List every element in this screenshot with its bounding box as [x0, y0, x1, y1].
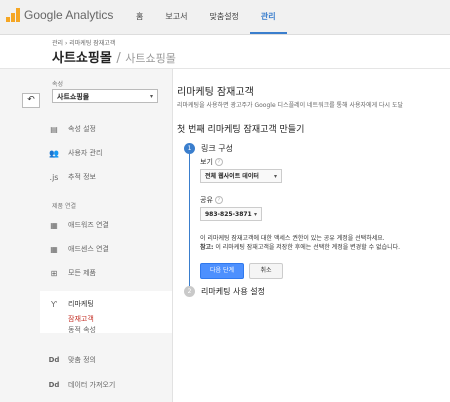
share-label: 공유?: [200, 195, 223, 205]
sidebar-item-label: 모든 제품: [68, 269, 96, 277]
adsense-icon: ▦: [50, 244, 58, 254]
sidebar-item-label: 속성 설정: [68, 125, 96, 133]
step-number: 1: [184, 143, 195, 154]
step-1: 1 링크 구성: [184, 143, 233, 154]
chevron-down-icon: ▾: [149, 93, 153, 100]
nav-customization[interactable]: 맞춤설정: [198, 0, 249, 34]
admin-sidebar: ↶ 속성 사트쇼핑몰 ▾ ▤ 속성 설정 👥 사용자 관리 .js 추적 정보 …: [0, 69, 173, 402]
page-description: 리마케팅을 사용하면 광고주가 Google 디스플레이 네트워크를 통해 사용…: [177, 102, 404, 109]
sidebar-item-custom-definitions[interactable]: Dd 맞춤 정의: [48, 351, 96, 369]
share-select-value: 983-825-3871: [205, 211, 252, 218]
sidebar-item-label: 애드센스 연결: [68, 245, 109, 253]
sidebar-item-tracking-info[interactable]: .js 추적 정보: [48, 168, 96, 186]
cancel-button[interactable]: 취소: [249, 263, 283, 279]
step-label: 리마케팅 사용 설정: [201, 287, 265, 296]
nav-reports[interactable]: 보고서: [154, 0, 198, 34]
all-products-icon: ⊞: [50, 268, 58, 278]
js-icon: .js: [49, 172, 59, 182]
breadcrumb: 관리 › 리마케팅 잠재고객: [52, 40, 116, 47]
step-number: 2: [184, 286, 195, 297]
view-label: 보기?: [200, 157, 223, 167]
view-label-text: 보기: [200, 158, 213, 166]
nav-admin[interactable]: 관리: [249, 0, 287, 34]
share-warning: 참고: 이 리마케팅 잠재고객을 저장한 후에는 선택한 계정을 변경할 수 없…: [200, 242, 400, 251]
step-connector-line: [189, 154, 190, 289]
sidebar-subitem-dynamic-attributes[interactable]: 동적 속성: [68, 325, 96, 335]
view-select[interactable]: 전체 웹사이트 데이터 ▾: [200, 169, 282, 183]
section-product-linking: 제품 연결: [52, 203, 76, 210]
share-notice: 이 리마케팅 잠재고객에 대한 액세스 권한이 있는 공유 계정을 선택하세요.: [200, 235, 385, 242]
view-select-value: 전체 웹사이트 데이터: [205, 173, 259, 180]
sidebar-item-data-import[interactable]: Dd 데이터 가져오기: [48, 376, 116, 394]
sidebar-item-all-products[interactable]: ⊞ 모든 제품: [48, 264, 96, 282]
google-analytics-logo[interactable]: Google Analytics: [6, 8, 113, 22]
account-separator: /: [116, 51, 121, 66]
top-navigation-bar: Google Analytics 홈 보고서 맞춤설정 관리: [0, 0, 450, 35]
sidebar-item-remarketing[interactable]: Ƴ 리마케팅: [48, 295, 94, 313]
sidebar-item-user-management[interactable]: 👥 사용자 관리: [48, 144, 102, 162]
remarketing-icon: Ƴ: [51, 299, 57, 309]
sidebar-item-label: 애드워즈 연결: [68, 221, 109, 229]
sidebar-item-adsense[interactable]: ▦ 애드센스 연결: [48, 240, 109, 258]
nav-home[interactable]: 홈: [125, 0, 154, 34]
sidebar-item-label: 데이터 가져오기: [68, 381, 116, 389]
warning-text: 이 리마케팅 잠재고객을 저장한 후에는 선택한 계정을 변경할 수 없습니다.: [213, 244, 401, 251]
sidebar-item-property-settings[interactable]: ▤ 속성 설정: [48, 120, 96, 138]
analytics-logo-icon: [6, 8, 20, 22]
share-label-text: 공유: [200, 196, 213, 204]
account-header: 관리 › 리마케팅 잠재고객 사트쇼핑몰 / 사트쇼핑몰: [0, 35, 450, 69]
help-icon[interactable]: ?: [214, 196, 223, 204]
main-content: 리마케팅 잠재고객 리마케팅을 사용하면 광고주가 Google 디스플레이 네…: [173, 69, 450, 402]
account-name: 사트쇼핑몰: [52, 51, 112, 66]
sidebar-item-label: 리마케팅: [68, 300, 94, 308]
sidebar-item-adwords[interactable]: ▦ 애드워즈 연결: [48, 216, 109, 234]
sidebar-item-label: 추적 정보: [68, 173, 96, 181]
warning-label: 참고:: [200, 244, 214, 251]
section-heading: 첫 번째 리마케팅 잠재고객 만들기: [177, 125, 305, 135]
sidebar-subitem-audiences[interactable]: 잠재고객: [68, 314, 94, 324]
account-selector[interactable]: 사트쇼핑몰 / 사트쇼핑몰: [52, 47, 176, 66]
page-title: 리마케팅 잠재고객: [177, 87, 254, 98]
property-select[interactable]: 사트쇼핑몰 ▾: [52, 89, 158, 103]
property-name: 사트쇼핑몰: [125, 52, 176, 65]
sidebar-item-label: 사용자 관리: [68, 149, 103, 157]
settings-page-icon: ▤: [50, 124, 58, 134]
help-icon[interactable]: ?: [214, 158, 223, 166]
sidebar-item-label: 맞춤 정의: [68, 356, 96, 364]
users-icon: 👥: [49, 148, 59, 158]
share-account-select[interactable]: 983-825-3871 ▾: [200, 207, 262, 221]
property-label: 속성: [52, 81, 64, 88]
step-label: 링크 구성: [201, 144, 233, 153]
chevron-down-icon: ▾: [253, 211, 257, 218]
main-nav: 홈 보고서 맞춤설정 관리: [125, 0, 287, 34]
dd-icon: Dd: [48, 381, 60, 389]
step-2: 2 리마케팅 사용 설정: [184, 286, 265, 297]
chevron-down-icon: ▾: [273, 173, 277, 180]
logo-text: Google Analytics: [24, 8, 114, 22]
next-step-button[interactable]: 다음 단계: [200, 263, 244, 279]
dd-icon: Dd: [48, 356, 60, 364]
property-select-value: 사트쇼핑몰: [57, 93, 90, 101]
adwords-icon: ▦: [50, 220, 58, 230]
back-arrow-icon[interactable]: ↶: [22, 93, 40, 108]
